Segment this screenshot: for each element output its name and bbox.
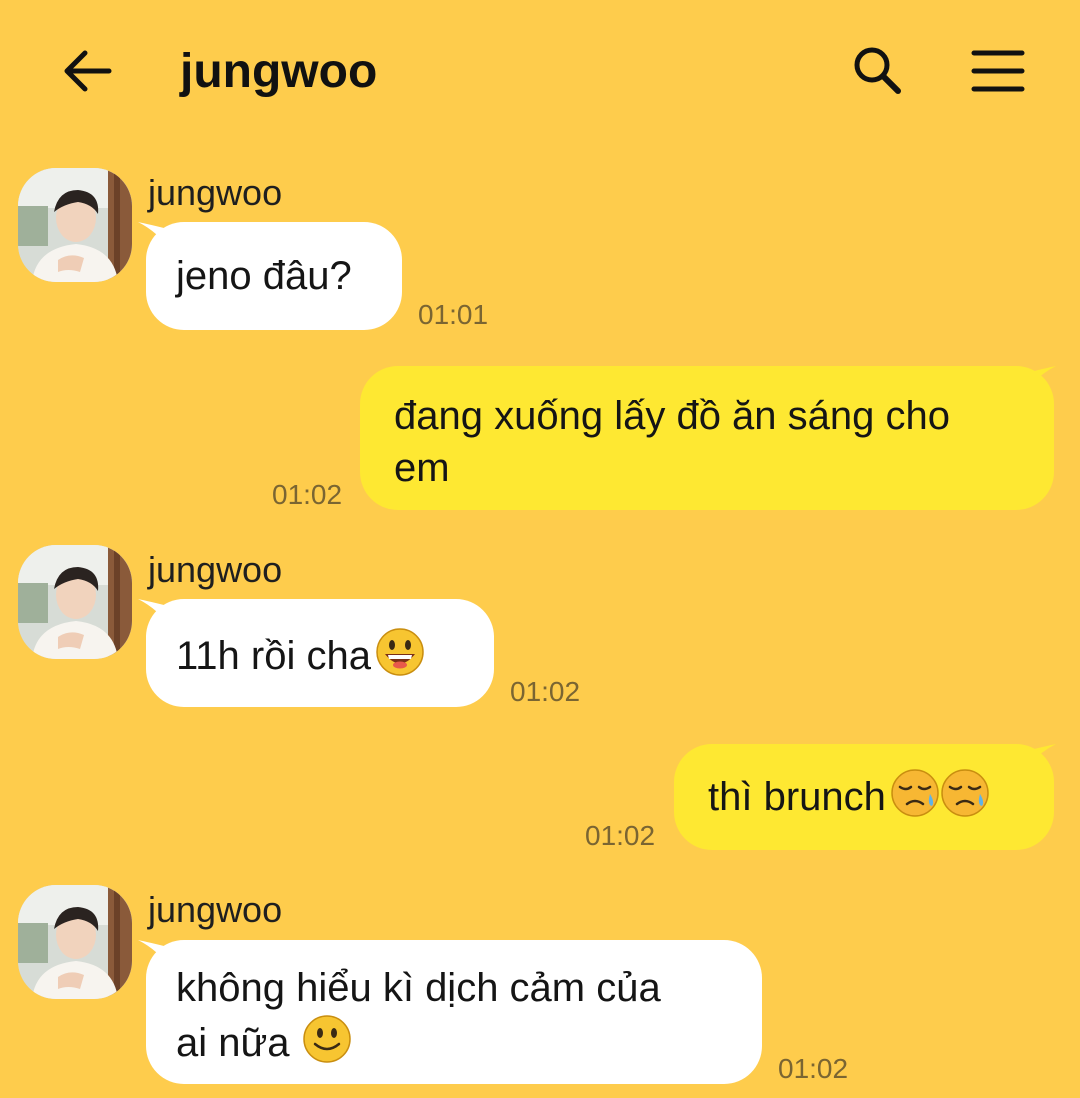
message-time: 01:02 [778,1053,849,1084]
sender-name: jungwoo [148,889,283,930]
slightly-smiling-face-icon [302,1014,352,1064]
chat-header: jungwoo [0,0,1080,140]
message-bubble[interactable]: jeno đâu? [146,222,402,330]
message-text: jeno đâu? [176,254,352,298]
message-text: em [394,446,450,490]
message-time: 01:01 [418,299,489,330]
message-text: không hiểu kì dịch cảm của [176,966,661,1010]
sad-but-relieved-face-icon [940,768,990,818]
message-bubble[interactable]: không hiểu kì dịch cảm của ai nữa [146,940,762,1084]
back-button[interactable] [52,36,122,106]
avatar[interactable] [18,168,132,282]
sender-name: jungwoo [148,172,283,213]
message-bubble[interactable]: thì brunch [674,744,1054,850]
message-time: 01:02 [272,479,343,510]
message-bubble[interactable]: đang xuống lấy đồ ăn sáng cho em [360,366,1054,510]
arrow-left-icon [64,50,112,92]
message-time: 01:02 [510,676,581,707]
search-icon [854,47,901,94]
message-bubble[interactable]: 11h rồi cha [146,599,494,707]
message-text: ai nữa [176,1021,290,1065]
hamburger-menu-icon [971,50,1025,92]
grinning-face-icon [375,627,425,677]
message-text: đang xuống lấy đồ ăn sáng cho [394,394,950,438]
search-button[interactable] [838,36,918,106]
menu-button[interactable] [958,36,1038,106]
message-time: 01:02 [585,820,656,851]
message-text: 11h rồi cha [176,634,371,678]
chat-title: jungwoo [180,45,378,98]
sad-but-relieved-face-icon [890,768,940,818]
avatar[interactable] [18,545,132,659]
message-text: thì brunch [708,775,886,819]
sender-name: jungwoo [148,549,283,590]
avatar[interactable] [18,885,132,999]
